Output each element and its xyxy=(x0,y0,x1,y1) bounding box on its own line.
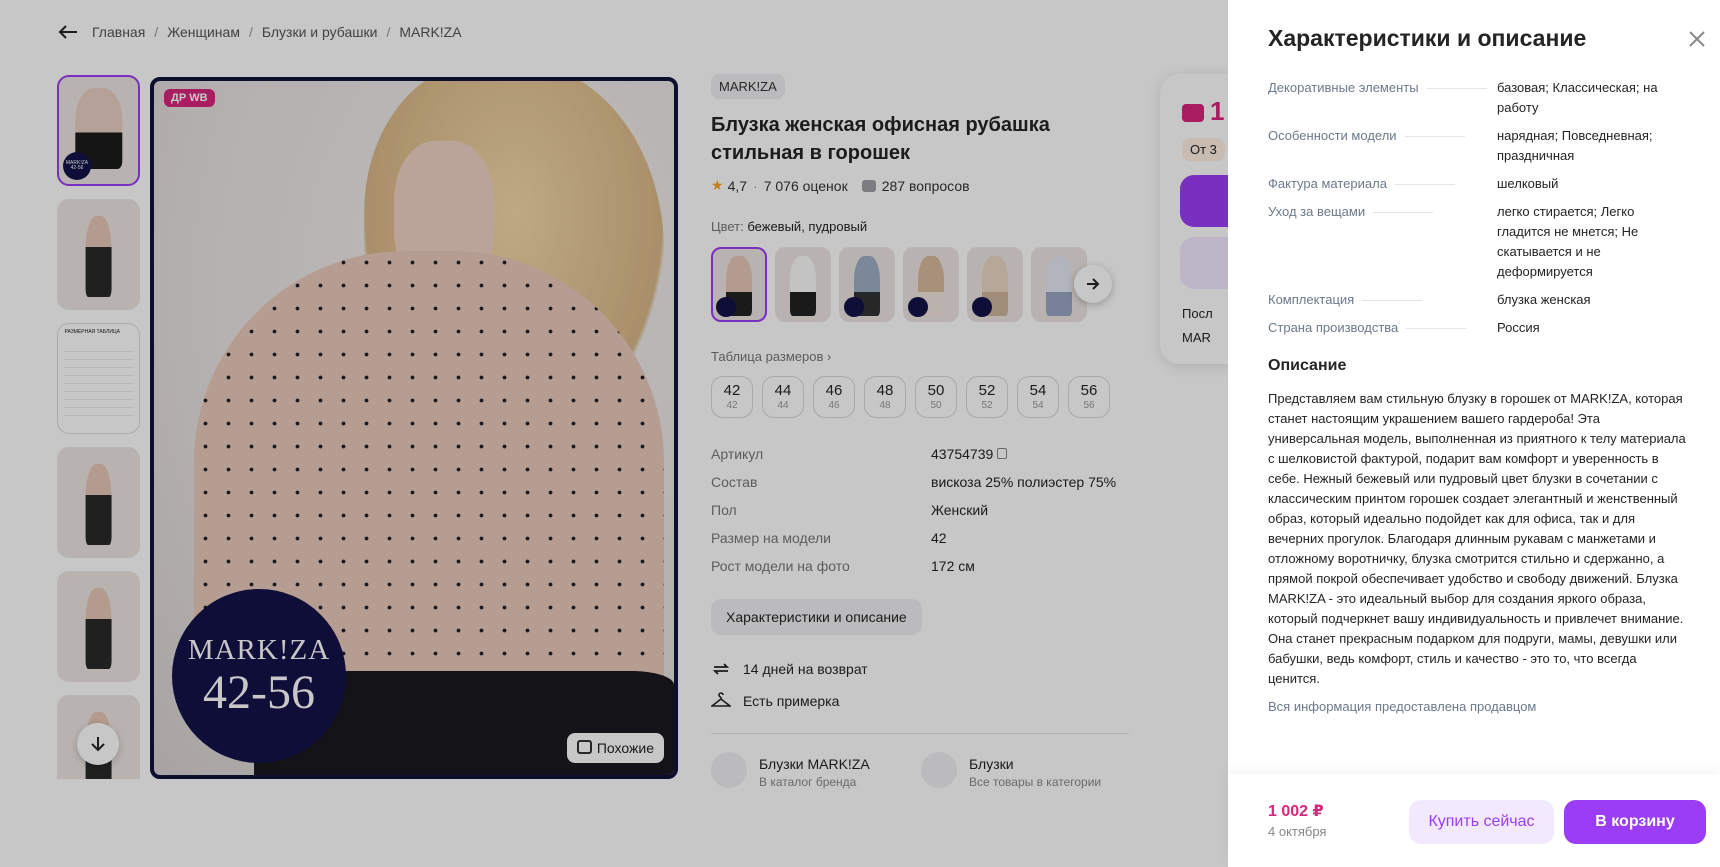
char-row: Комплектация блузка женская xyxy=(1268,292,1591,307)
description-text: Представляем вам стильную блузку в горош… xyxy=(1268,391,1686,686)
characteristics-drawer: Характеристики и описание Декоративные э… xyxy=(1228,0,1720,867)
seller-note: Вся информация предоставлена продавцом xyxy=(1268,699,1537,714)
char-row: Страна производства Россия xyxy=(1268,320,1540,335)
drawer-title: Характеристики и описание xyxy=(1268,25,1587,51)
drawer-body: Декоративные элементы базовая; Классическ… xyxy=(1268,78,1688,714)
drawer-footer: 1 002 ₽ 4 октября Купить сейчас В корзин… xyxy=(1228,774,1720,867)
char-row: Декоративные элементы базовая; Классическ… xyxy=(1268,80,1658,115)
char-row: Особенности модели нарядная; Повседневная… xyxy=(1268,128,1653,163)
char-row: Уход за вещами легко стирается; Легко гла… xyxy=(1268,204,1639,279)
delivery-date: 4 октября xyxy=(1268,824,1327,839)
modal-overlay[interactable] xyxy=(0,0,1228,867)
close-icon[interactable] xyxy=(1688,30,1706,48)
description-heading: Описание xyxy=(1268,357,1347,374)
char-row: Фактура материала шелковый xyxy=(1268,176,1559,191)
footer-price: 1 002 ₽ xyxy=(1268,803,1324,820)
buy-now-button[interactable]: Купить сейчас xyxy=(1409,800,1554,844)
add-to-cart-button[interactable]: В корзину xyxy=(1564,800,1706,844)
